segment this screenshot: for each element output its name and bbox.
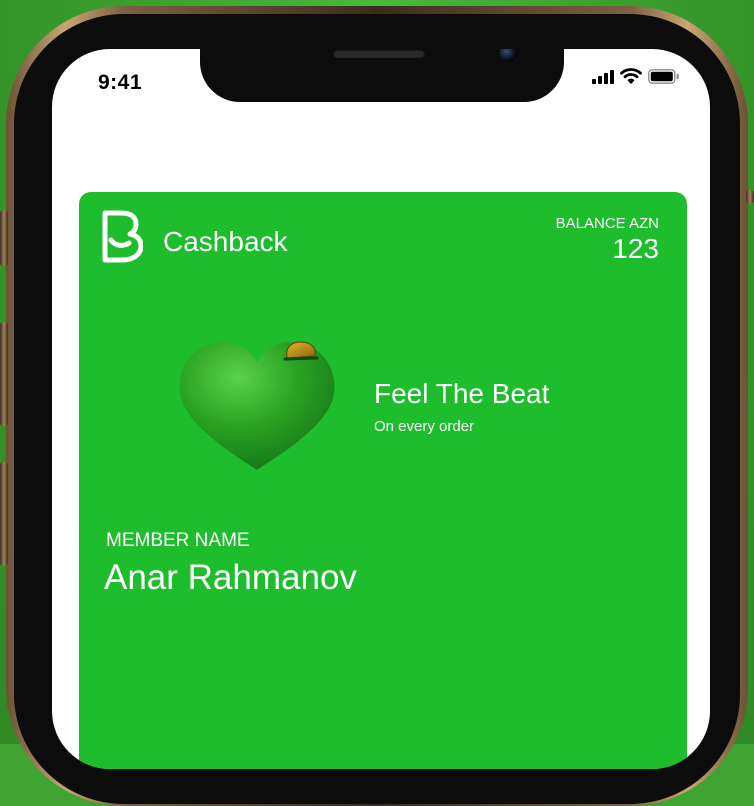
speaker-grille	[333, 49, 425, 58]
b-logo-icon	[102, 210, 143, 263]
side-button-mute	[0, 210, 8, 266]
balance-label: BALANCE AZN	[555, 215, 659, 232]
promo-title: Feel The Beat	[374, 378, 550, 409]
notch	[200, 49, 564, 102]
cashback-card[interactable]: Cashback BALANCE AZN 123 Feel The Beat O…	[79, 192, 687, 769]
phone-screen: 9:41 Cashback BALANCE AZN 123 Feel The B…	[52, 49, 710, 769]
side-button-volume-down	[0, 462, 8, 566]
status-time: 9:41	[98, 71, 143, 94]
heart-coin-illustration	[179, 341, 335, 470]
member-name-label: MEMBER NAME	[106, 530, 250, 551]
battery-icon	[648, 69, 679, 84]
side-button-power	[746, 190, 754, 204]
front-camera	[499, 49, 517, 62]
member-name-value: Anar Rahmanov	[104, 558, 357, 597]
balance-value: 123	[612, 233, 659, 264]
status-icons	[592, 68, 680, 84]
wifi-icon	[620, 68, 642, 84]
cellular-signal-icon	[592, 68, 614, 84]
brand-name: Cashback	[163, 226, 288, 257]
promo-subtitle: On every order	[374, 418, 475, 435]
side-button-volume-up	[0, 322, 8, 426]
